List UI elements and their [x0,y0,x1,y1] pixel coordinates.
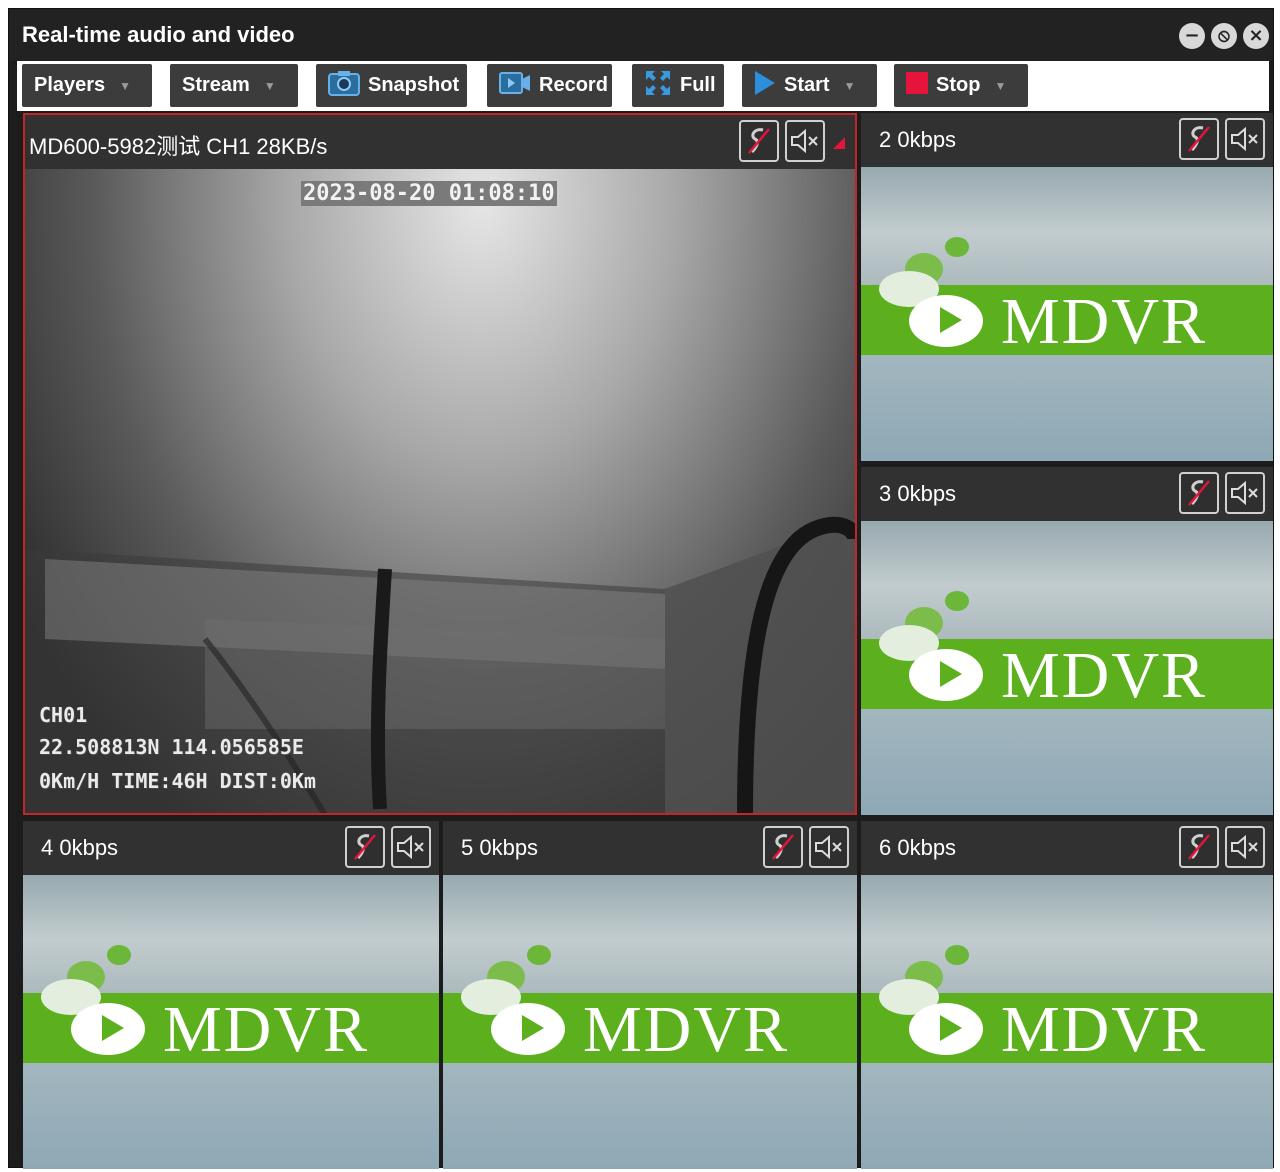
stop-label: Stop [936,74,981,96]
panel-controls [763,826,849,868]
play-triangle [940,1015,962,1041]
logo-bubble [945,945,969,965]
window-controls: − ⦸ × [1179,23,1269,49]
stop-icon [906,71,928,100]
stream-label: Stream [182,74,250,96]
panel-header: 6 0kbps [861,821,1273,875]
full-screen-button[interactable]: Full [632,64,724,107]
snapshot-label: Snapshot [368,74,460,96]
mdvr-logo-text: MDVR [1001,285,1208,358]
video-placeholder: MDVR [861,521,1273,815]
overlay-channel: CH01 [39,703,88,727]
stream-dropdown-button[interactable]: Stream ▼ [170,64,298,107]
logo-bubble [945,591,969,611]
panel-header: 2 0kbps [861,113,1273,167]
talk-muted-icon[interactable] [739,120,779,162]
video-panel-ch1[interactable]: MD600-5982测试 CH1 28KB/s 2023-08-20 01:08… [23,113,857,815]
toolbar: Players ▼ Stream ▼ Snapshot Record Full [17,61,1269,111]
overlay-stats: 0Km/H TIME:46H DIST:0Km [39,769,316,793]
camera-scene [25,516,855,813]
video-placeholder: MDVR [861,875,1273,1169]
chevron-down-icon: ▼ [843,78,856,93]
chevron-down-icon: ▼ [994,78,1007,93]
speaker-muted-icon[interactable] [391,826,431,868]
speaker-muted-icon[interactable] [1225,826,1265,868]
stop-dropdown-button[interactable]: Stop ▼ [894,64,1028,107]
panel-controls [739,120,825,162]
mdvr-logo-text: MDVR [163,993,370,1066]
window-titlebar[interactable]: Real-time audio and video − ⦸ × [9,9,1273,61]
record-button[interactable]: Record [487,64,612,107]
speaker-muted-icon[interactable] [785,120,825,162]
talk-muted-icon[interactable] [1179,118,1219,160]
talk-muted-icon[interactable] [763,826,803,868]
logo-bubble [107,945,131,965]
panel-title: 5 0kbps [461,835,539,860]
close-icon[interactable]: × [1243,23,1269,49]
camera-icon [328,70,360,102]
overlay-coordinates: 22.508813N 114.056585E [39,735,304,759]
chevron-down-icon: ▼ [263,78,276,93]
panel-controls [1179,118,1265,160]
video-panel-ch5[interactable]: 5 0kbps MDVR [443,821,857,1169]
resize-corner-icon[interactable] [833,137,845,149]
logo-bubble [945,237,969,257]
fullscreen-icon [644,69,672,103]
play-triangle [940,307,962,333]
speaker-muted-icon[interactable] [809,826,849,868]
realtime-video-window: Real-time audio and video − ⦸ × Players … [8,8,1274,1169]
panel-header: 5 0kbps [443,821,857,875]
video-timestamp: 2023-08-20 01:08:10 [301,181,557,206]
video-placeholder: MDVR [443,875,857,1169]
video-feed-ch1: 2023-08-20 01:08:10 CH01 22.508813N 114.… [25,169,855,813]
snapshot-button[interactable]: Snapshot [316,64,467,107]
video-panel-ch3[interactable]: 3 0kbps MDVR [861,467,1273,815]
video-record-icon [499,70,531,102]
video-panel-ch2[interactable]: 2 0kbps MDVR [861,113,1273,461]
mdvr-logo-text: MDVR [583,993,790,1066]
full-label: Full [680,74,716,96]
video-placeholder: MDVR [861,167,1273,461]
video-panel-ch6[interactable]: 6 0kbps MDVR [861,821,1273,1169]
panel-title: MD600-5982测试 CH1 28KB/s [29,134,328,159]
panel-controls [1179,826,1265,868]
mdvr-logo-text: MDVR [1001,639,1208,712]
panel-title: 6 0kbps [879,835,957,860]
play-triangle [940,661,962,687]
talk-muted-icon[interactable] [345,826,385,868]
start-label: Start [784,74,830,96]
minimize-icon[interactable]: − [1179,23,1205,49]
play-triangle [522,1015,544,1041]
video-panel-ch4[interactable]: 4 0kbps MDVR [23,821,439,1169]
panel-header: 4 0kbps [23,821,439,875]
panel-header: 3 0kbps [861,467,1273,521]
video-placeholder: MDVR [23,875,439,1169]
talk-muted-icon[interactable] [1179,472,1219,514]
record-label: Record [539,74,608,96]
chevron-down-icon: ▼ [119,78,132,93]
speaker-muted-icon[interactable] [1225,118,1265,160]
play-triangle [102,1015,124,1041]
players-label: Players [34,74,106,96]
start-dropdown-button[interactable]: Start ▼ [742,64,877,107]
panel-title: 4 0kbps [41,835,119,860]
window-title: Real-time audio and video [22,22,295,47]
panel-controls [1179,472,1265,514]
panel-header: MD600-5982测试 CH1 28KB/s [25,115,855,169]
talk-muted-icon[interactable] [1179,826,1219,868]
play-icon [754,70,776,102]
players-dropdown-button[interactable]: Players ▼ [22,64,152,107]
panel-controls [345,826,431,868]
block-icon[interactable]: ⦸ [1211,23,1237,49]
speaker-muted-icon[interactable] [1225,472,1265,514]
panel-title: 3 0kbps [879,481,957,506]
logo-bubble [527,945,551,965]
mdvr-logo-text: MDVR [1001,993,1208,1066]
panel-title: 2 0kbps [879,127,957,152]
